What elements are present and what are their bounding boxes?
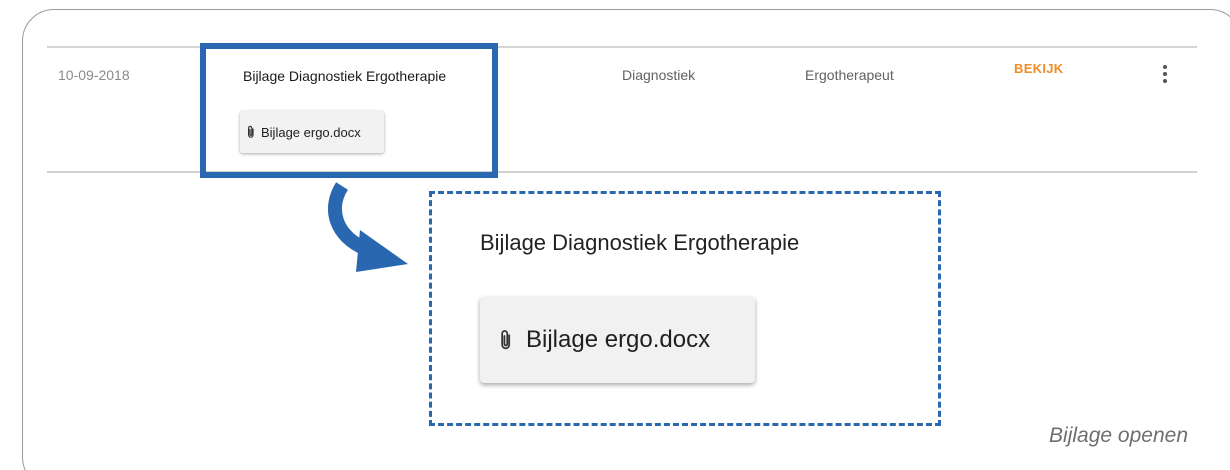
attachment-chip-zoomed[interactable]: Bijlage ergo.docx xyxy=(480,297,755,383)
paperclip-icon xyxy=(501,330,511,350)
caption: Bijlage openen xyxy=(1049,424,1188,447)
more-options-button[interactable] xyxy=(1159,64,1171,86)
document-role: Ergotherapeut xyxy=(805,67,894,83)
more-vertical-icon xyxy=(1159,65,1171,83)
curved-arrow-icon xyxy=(328,182,408,272)
highlight-box xyxy=(200,43,498,178)
illustration-canvas: 10-09-2018 Bijlage Diagnostiek Ergothera… xyxy=(0,0,1230,470)
zoom-title: Bijlage Diagnostiek Ergotherapie xyxy=(480,230,800,255)
view-link[interactable]: BEKIJK xyxy=(1014,61,1063,76)
document-date: 10-09-2018 xyxy=(58,67,130,83)
attachment-label-zoomed: Bijlage ergo.docx xyxy=(526,326,711,353)
document-category: Diagnostiek xyxy=(622,67,696,83)
